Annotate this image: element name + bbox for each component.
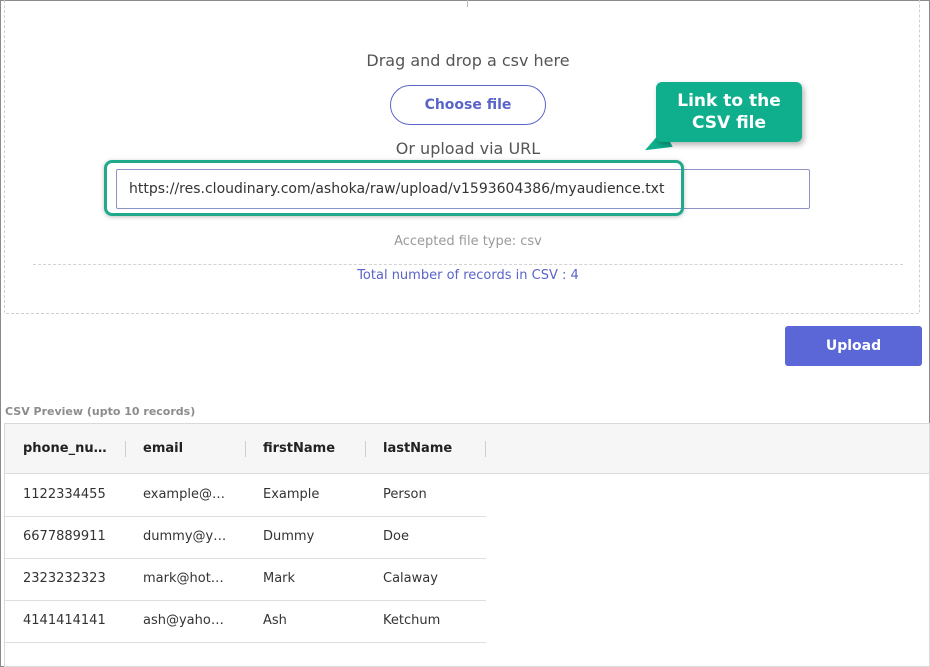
column-resize-handle[interactable] [485, 441, 486, 457]
column-header-first-name[interactable]: firstName [263, 424, 355, 473]
table-row: 6677889911 dummy@yahoo.com Dummy Doe [5, 516, 486, 559]
table-cell: ash@yahoo.com [143, 613, 231, 628]
column-header-last-name[interactable]: lastName [383, 424, 475, 473]
csv-preview-label: CSV Preview (upto 10 records) [5, 405, 196, 418]
table-cell: Doe [383, 529, 409, 544]
drag-drop-text: Drag and drop a csv here [366, 51, 570, 70]
total-records-text: Total number of records in CSV : 4 [357, 268, 579, 283]
table-cell: 2323232323 [23, 571, 106, 586]
table-cell: Ash [263, 613, 287, 628]
csv-preview-table: phone_number email firstName lastName 11… [4, 423, 930, 667]
callout-line-2: CSV file [691, 113, 767, 133]
callout-line-1: Link to the [677, 91, 781, 111]
table-cell: Ketchum [383, 613, 441, 628]
table-cell: Dummy [263, 529, 315, 544]
divider-tick [467, 0, 468, 7]
divider [33, 264, 903, 265]
table-cell: dummy@yahoo.com [143, 529, 231, 544]
table-cell: 6677889911 [23, 529, 106, 544]
table-row: 2323232323 mark@hotmail.com Mark Calaway [5, 558, 486, 601]
table-cell: example@gmail.com [143, 487, 231, 502]
table-cell: 4141414141 [23, 613, 106, 628]
url-highlight-box [104, 160, 684, 216]
table-row: 4141414141 ash@yahoo.com Ash Ketchum [5, 600, 486, 643]
table-cell: Example [263, 487, 320, 502]
table-cell: mark@hotmail.com [143, 571, 231, 586]
table-cell: Person [383, 487, 427, 502]
annotation-callout: Link to the CSV file [656, 82, 802, 142]
choose-file-button[interactable]: Choose file [390, 85, 546, 125]
column-resize-handle[interactable] [245, 441, 246, 457]
column-resize-handle[interactable] [125, 441, 126, 457]
table-cell: 1122334455 [23, 487, 106, 502]
column-header-email[interactable]: email [143, 424, 231, 473]
column-header-phone-number[interactable]: phone_number [23, 424, 115, 473]
csv-dropzone[interactable]: Drag and drop a csv here Choose file Or … [4, 0, 920, 314]
upload-button[interactable]: Upload [785, 326, 922, 366]
column-resize-handle[interactable] [365, 441, 366, 457]
table-cell: Calaway [383, 571, 438, 586]
table-cell: Mark [263, 571, 296, 586]
accepted-file-type-text: Accepted file type: csv [394, 234, 542, 249]
table-header: phone_number email firstName lastName [5, 424, 929, 474]
table-row: 1122334455 example@gmail.com Example Per… [5, 474, 486, 517]
